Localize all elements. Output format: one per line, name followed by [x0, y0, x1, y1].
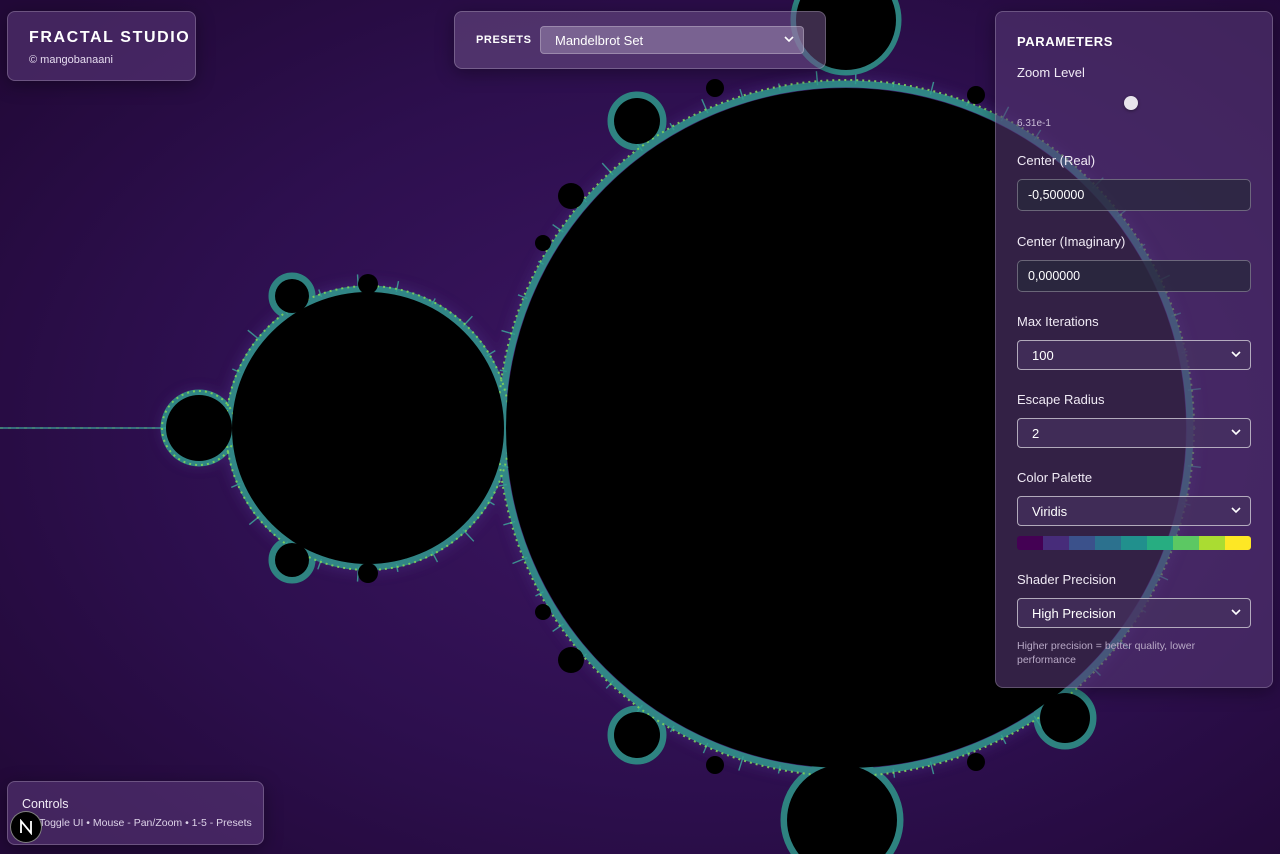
preset-select[interactable]: Mandelbrot Set	[540, 26, 804, 54]
palette-preview	[1017, 536, 1251, 550]
palette-swatch	[1069, 536, 1095, 550]
parameters-panel: PARAMETERS Zoom Level 6.31e-1 Center (Re…	[995, 11, 1273, 688]
palette-swatch	[1095, 536, 1121, 550]
shader-precision-select[interactable]: High Precision	[1017, 598, 1251, 628]
preset-selected-value: Mandelbrot Set	[555, 32, 644, 48]
palette-swatch	[1147, 536, 1173, 550]
escape-radius-label: Escape Radius	[1017, 392, 1105, 407]
copyright-text: © mangobanaani	[29, 54, 113, 66]
max-iterations-label: Max Iterations	[1017, 314, 1099, 329]
zoom-value: 6.31e-1	[1017, 118, 1051, 129]
max-iterations-value: 100	[1032, 347, 1054, 363]
center-imaginary-label: Center (Imaginary)	[1017, 234, 1126, 249]
brand-panel: FRACTAL STUDIO © mangobanaani	[7, 11, 196, 81]
chevron-down-icon	[784, 36, 794, 43]
color-palette-label: Color Palette	[1017, 470, 1093, 485]
max-iterations-select[interactable]: 100	[1017, 340, 1251, 370]
controls-help-text: Toggle UI • Mouse - Pan/Zoom • 1-5 - Pre…	[39, 817, 252, 829]
palette-swatch	[1121, 536, 1147, 550]
center-real-input[interactable]	[1017, 179, 1251, 211]
controls-title: Controls	[22, 797, 69, 811]
parameters-title: PARAMETERS	[1017, 34, 1114, 49]
controls-panel: Controls Toggle UI • Mouse - Pan/Zoom • …	[7, 781, 264, 845]
palette-swatch	[1225, 536, 1251, 550]
shader-precision-label: Shader Precision	[1017, 572, 1116, 587]
color-palette-select[interactable]: Viridis	[1017, 496, 1251, 526]
escape-radius-value: 2	[1032, 425, 1040, 441]
shader-precision-value: High Precision	[1032, 605, 1116, 621]
palette-swatch	[1043, 536, 1069, 550]
center-imaginary-input[interactable]	[1017, 260, 1251, 292]
n-logo-icon[interactable]	[10, 811, 42, 843]
zoom-slider-thumb[interactable]	[1124, 96, 1138, 110]
zoom-level-label: Zoom Level	[1017, 65, 1085, 80]
presets-label: PRESETS	[476, 34, 532, 46]
palette-swatch	[1199, 536, 1225, 550]
chevron-down-icon	[1231, 429, 1241, 436]
precision-help-text: Higher precision = better quality, lower…	[1017, 640, 1196, 666]
chevron-down-icon	[1231, 507, 1241, 514]
center-real-label: Center (Real)	[1017, 153, 1096, 168]
chevron-down-icon	[1231, 609, 1241, 616]
palette-swatch	[1017, 536, 1043, 550]
color-palette-value: Viridis	[1032, 503, 1068, 519]
palette-swatch	[1173, 536, 1199, 550]
app-title: FRACTAL STUDIO	[29, 29, 191, 46]
n-letter-icon	[20, 819, 32, 835]
chevron-down-icon	[1231, 351, 1241, 358]
escape-radius-select[interactable]: 2	[1017, 418, 1251, 448]
presets-panel: PRESETS Mandelbrot Set	[454, 11, 826, 69]
